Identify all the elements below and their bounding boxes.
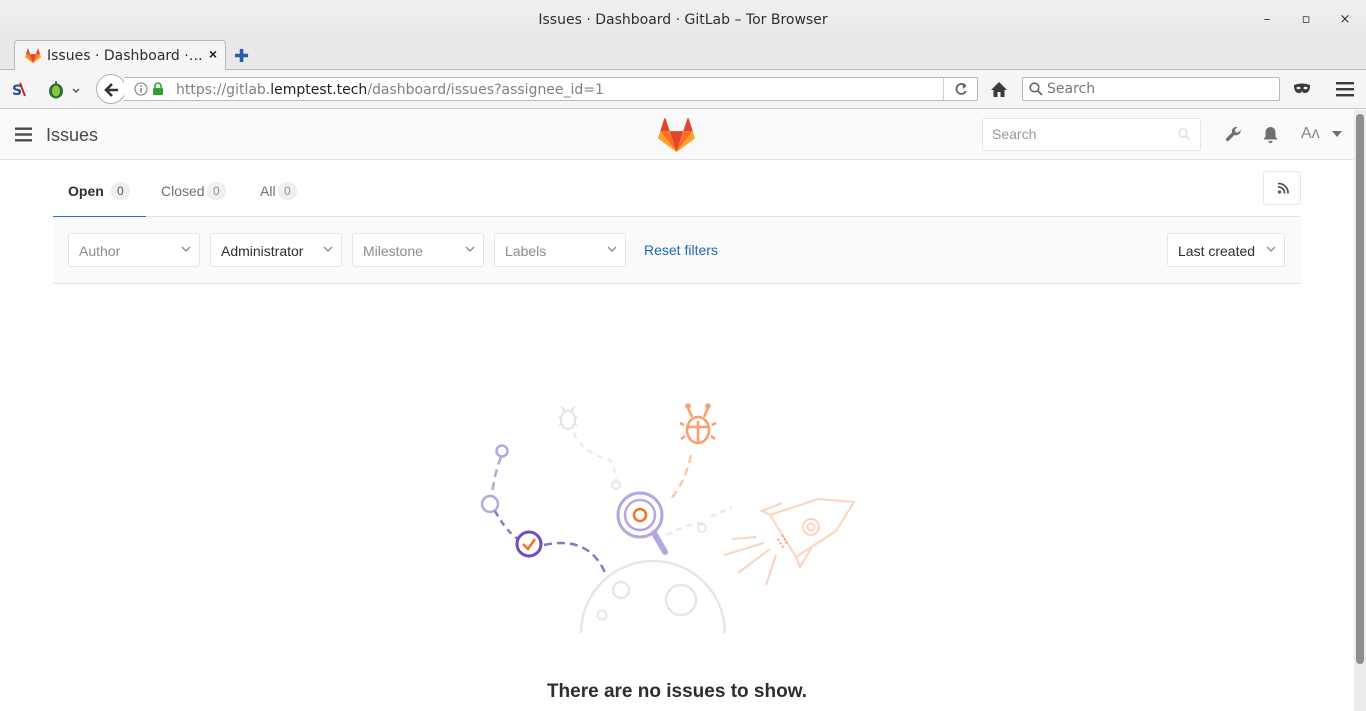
maximize-button[interactable]: ▫ — [1297, 11, 1315, 29]
lock-icon — [152, 82, 164, 101]
minimize-button[interactable]: – — [1258, 11, 1276, 29]
gitlab-search-input[interactable] — [992, 126, 1172, 142]
home-icon[interactable] — [990, 81, 1008, 103]
tab-strip: Issues · Dashboard ·… × ✚ — [0, 40, 1366, 71]
issue-state-tabs: Open 0 Closed 0 All 0 — [53, 160, 1301, 218]
chevron-down-icon — [181, 246, 191, 252]
filter-bar: Author Administrator Milestone Labels Re… — [53, 217, 1301, 284]
browser-tab-label: Issues · Dashboard ·… — [47, 48, 203, 64]
sort-dropdown-label: Last created — [1178, 243, 1256, 259]
info-icon[interactable] — [134, 82, 148, 101]
close-window-button[interactable]: × — [1336, 11, 1354, 29]
rss-feed-button[interactable] — [1263, 171, 1301, 205]
chevron-down-icon — [1266, 246, 1276, 252]
browser-search-input[interactable] — [1047, 80, 1273, 98]
chevron-down-icon — [607, 246, 617, 252]
chevron-down-icon — [465, 246, 475, 252]
reset-filters-link[interactable]: Reset filters — [644, 242, 718, 258]
milestone-dropdown-label: Milestone — [363, 243, 423, 259]
sidebar-toggle-icon[interactable] — [15, 127, 32, 147]
tab-closed-label: Closed — [161, 183, 205, 199]
tab-all-label: All — [260, 183, 276, 199]
window-title-bar: Issues · Dashboard · GitLab – Tor Browse… — [0, 0, 1366, 40]
rss-icon — [1277, 182, 1289, 194]
noscript-icon[interactable]: S — [11, 81, 29, 104]
hamburger-menu-icon[interactable] — [1336, 81, 1354, 102]
labels-dropdown[interactable]: Labels — [494, 233, 626, 267]
scrollbar-thumb[interactable] — [1356, 114, 1364, 664]
tab-open[interactable]: Open 0 — [53, 160, 146, 218]
search-icon — [1178, 128, 1191, 146]
url-bar[interactable]: https://gitlab.lemptest.tech/dashboard/i… — [124, 77, 978, 101]
author-dropdown[interactable]: Author — [68, 233, 200, 267]
tab-all[interactable]: All 0 — [245, 160, 310, 217]
assignee-dropdown-label: Administrator — [221, 243, 304, 259]
tab-closed[interactable]: Closed 0 — [146, 160, 234, 217]
url-text: https://gitlab.lemptest.tech/dashboard/i… — [176, 82, 604, 98]
page-scrollbar[interactable] — [1354, 110, 1366, 711]
sort-dropdown[interactable]: Last created — [1167, 233, 1285, 267]
browser-tab-issues[interactable]: Issues · Dashboard ·… × — [14, 40, 226, 71]
search-icon — [1029, 82, 1043, 101]
empty-state-message: There are no issues to show. — [546, 681, 808, 702]
new-tab-icon[interactable]: ✚ — [234, 46, 249, 67]
gitlab-header: Issues Aʌ — [0, 110, 1354, 160]
tor-onion-icon[interactable] — [47, 80, 81, 105]
tab-open-count: 0 — [111, 182, 130, 200]
assignee-dropdown[interactable]: Administrator — [210, 233, 342, 267]
gitlab-logo-icon[interactable] — [658, 117, 695, 157]
caret-down-icon — [1332, 130, 1343, 137]
author-dropdown-label: Author — [79, 243, 121, 259]
page-title: Issues — [46, 125, 99, 145]
tab-close-icon[interactable]: × — [209, 46, 217, 62]
tab-closed-count: 0 — [207, 182, 226, 200]
tab-all-count: 0 — [278, 182, 297, 200]
labels-dropdown-label: Labels — [505, 243, 547, 259]
chevron-down-icon — [323, 246, 333, 252]
gitlab-favicon-icon — [25, 48, 41, 69]
gitlab-search-box[interactable] — [982, 118, 1201, 151]
tab-open-label: Open — [68, 183, 104, 199]
back-arrow-icon — [104, 83, 118, 97]
user-avatar-menu[interactable]: Aʌ — [1301, 125, 1343, 143]
private-mask-icon[interactable] — [1293, 82, 1311, 101]
reload-button[interactable] — [943, 78, 977, 100]
browser-toolbar: S https://gitlab.lemptest.tech/dashboard… — [0, 70, 1366, 109]
avatar: Aʌ — [1301, 125, 1320, 142]
notifications-bell-icon[interactable] — [1262, 126, 1279, 149]
back-button[interactable] — [96, 74, 126, 104]
browser-search-box[interactable] — [1022, 77, 1280, 101]
reload-icon — [955, 83, 967, 95]
window-title: Issues · Dashboard · GitLab – Tor Browse… — [538, 12, 828, 28]
milestone-dropdown[interactable]: Milestone — [352, 233, 484, 267]
empty-state-illustration — [470, 395, 870, 645]
admin-wrench-icon[interactable] — [1225, 126, 1242, 148]
